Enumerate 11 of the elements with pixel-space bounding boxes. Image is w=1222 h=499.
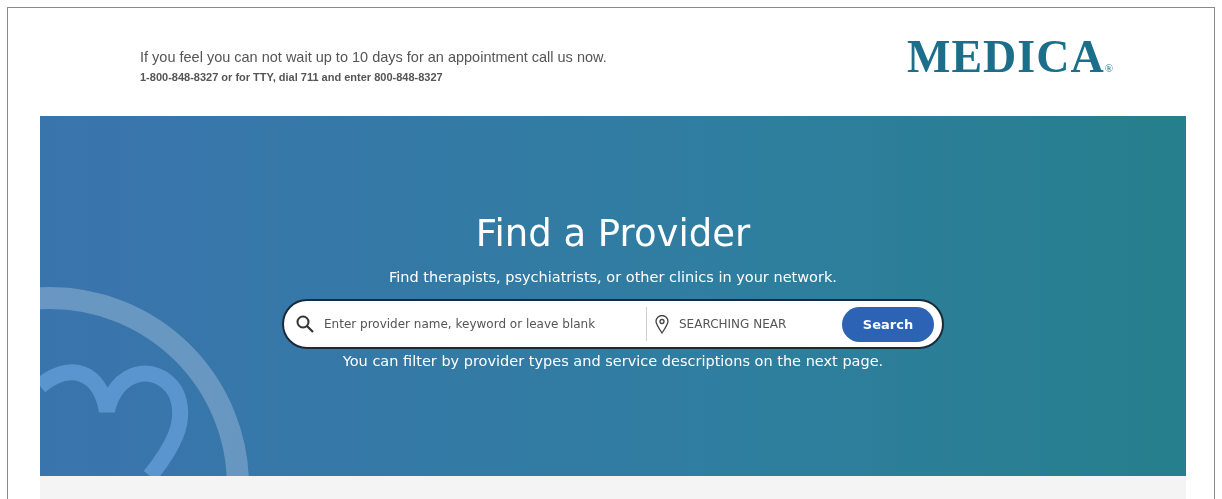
keyword-field[interactable]: Enter provider name, keyword or leave blank — [322, 316, 636, 332]
subtitle-text: Find therapists, psychiatrists, or other clinics in your network. — [389, 269, 837, 285]
phone-text: 1-800-848-8327 or for TTY, dial 711 and enter 800-848-8327 — [140, 71, 444, 83]
search-icon — [296, 315, 314, 333]
search-bar[interactable]: Enter provider name, keyword or leave blank SEARCHING NEAR Search — [282, 299, 944, 349]
hint-text: You can filter by provider types and service descriptions on the next page. — [342, 353, 884, 369]
location-field[interactable]: SEARCHING NEAR — [677, 316, 831, 332]
page-title: Find a Provider — [475, 212, 751, 255]
notice-text: If you feel you can not wait up to 10 days for an appointment call us now. — [140, 49, 607, 65]
location-pin-icon — [655, 314, 669, 334]
search-button[interactable]: Search — [842, 306, 934, 342]
